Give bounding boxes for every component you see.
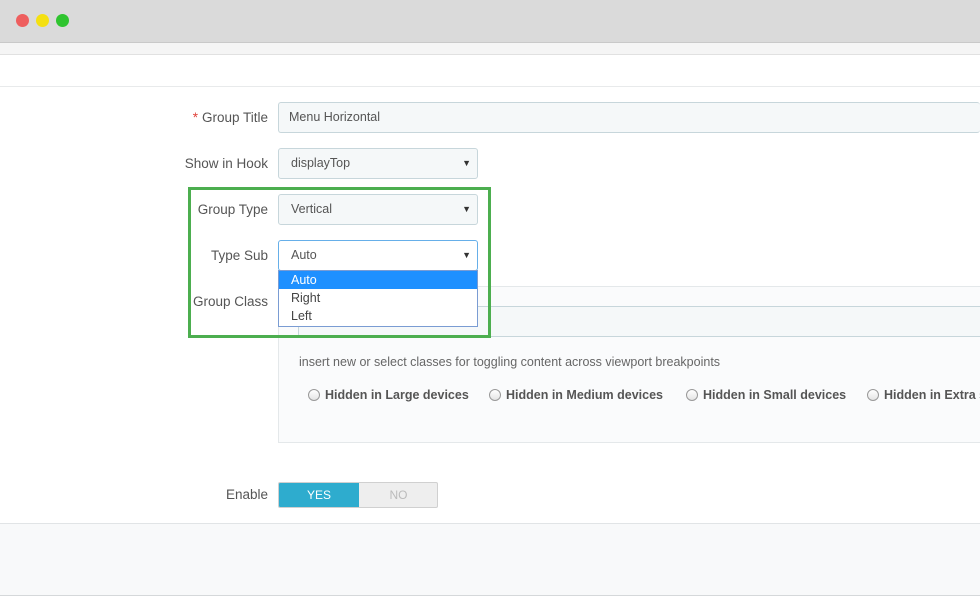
hidden-medium-option[interactable]: Hidden in Medium devices (489, 388, 663, 402)
panel-heading (0, 55, 980, 87)
radio-icon[interactable] (867, 389, 879, 401)
hidden-medium-label: Hidden in Medium devices (506, 388, 663, 402)
group-title-label: * Group Title (192, 110, 268, 125)
minimize-window-button[interactable] (36, 14, 49, 27)
highlight-box (188, 187, 491, 338)
enable-label: Enable (225, 487, 268, 502)
hidden-small-label: Hidden in Small devices (703, 388, 847, 402)
radio-icon[interactable] (308, 389, 320, 401)
close-window-button[interactable] (16, 14, 29, 27)
show-in-hook-label: Show in Hook (184, 156, 268, 171)
maximize-window-button[interactable] (56, 14, 69, 27)
hidden-small-option[interactable]: Hidden in Small devices (686, 388, 846, 402)
required-marker: * (192, 110, 198, 125)
enable-toggle[interactable]: YES NO (278, 482, 438, 508)
hidden-extra-small-label: Hidden in Extra s (884, 388, 980, 402)
panel-footer (0, 523, 980, 596)
window-titlebar (0, 0, 980, 43)
enable-no-button[interactable]: NO (359, 483, 437, 507)
enable-yes-button[interactable]: YES (279, 483, 359, 507)
radio-icon[interactable] (489, 389, 501, 401)
toolbar-strip (0, 43, 980, 55)
hidden-large-option[interactable]: Hidden in Large devices (308, 388, 469, 402)
group-class-help: insert new or select classes for togglin… (299, 355, 721, 369)
show-in-hook-select[interactable]: displayTop ▼ (278, 148, 478, 179)
show-in-hook-value: displayTop (291, 156, 351, 170)
radio-icon[interactable] (686, 389, 698, 401)
chevron-down-icon: ▼ (462, 158, 471, 168)
hidden-large-label: Hidden in Large devices (325, 388, 469, 402)
group-title-input[interactable]: Menu Horizontal (278, 102, 980, 133)
hidden-extra-small-option[interactable]: Hidden in Extra s (867, 388, 980, 402)
